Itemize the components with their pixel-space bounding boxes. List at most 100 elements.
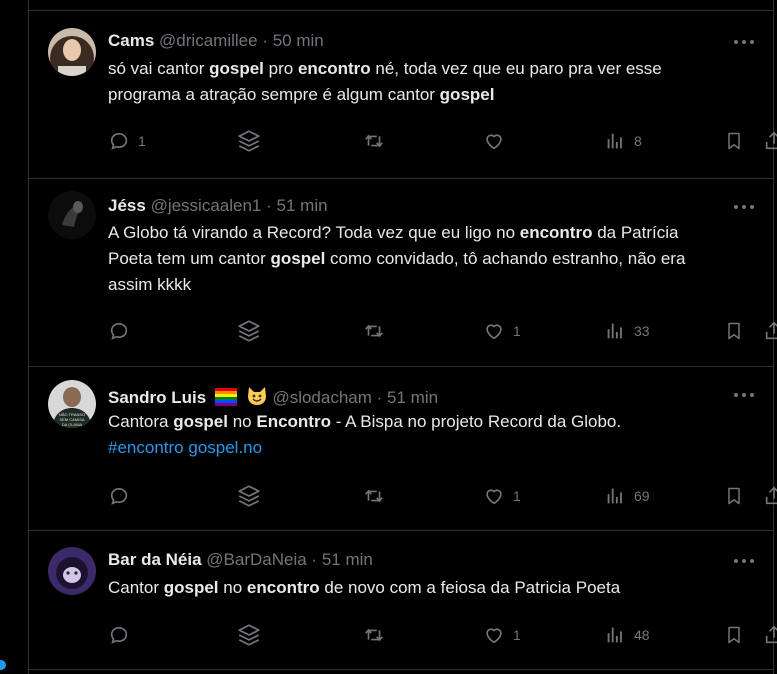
- tweet-actions: 1 69: [108, 484, 777, 508]
- reply-icon: [110, 323, 128, 340]
- separator-dot: ·: [311, 550, 318, 569]
- handle[interactable]: @slodacham: [272, 388, 371, 407]
- reply-button[interactable]: [108, 484, 138, 508]
- reply-icon: [110, 133, 128, 150]
- reply-button[interactable]: 1: [108, 129, 146, 153]
- retweet-button[interactable]: [362, 319, 386, 343]
- views-count: 69: [634, 488, 650, 504]
- text-segment: programa a atração sempre é algum cantor: [108, 85, 440, 104]
- text-segment: pro: [263, 59, 298, 78]
- timestamp[interactable]: 51 min: [387, 388, 438, 407]
- tweet-text-line: assim kkkk: [108, 272, 728, 298]
- url-link[interactable]: gospel.no: [188, 438, 262, 457]
- text-segment: no: [228, 412, 257, 431]
- timestamp[interactable]: 51 min: [277, 196, 328, 215]
- display-name[interactable]: Sandro Luis: [108, 388, 206, 407]
- share-button[interactable]: [763, 129, 777, 153]
- timestamp[interactable]: 51 min: [322, 550, 373, 569]
- hashtag-link[interactable]: #encontro: [108, 438, 184, 457]
- share-button[interactable]: [763, 623, 777, 647]
- views-button[interactable]: 8: [604, 129, 642, 153]
- like-icon: [486, 134, 502, 150]
- more-icon[interactable]: [733, 34, 755, 44]
- tweet-text: A Globo tá virando a Record? Toda vez qu…: [108, 220, 728, 298]
- handle[interactable]: @dricamillee: [159, 31, 258, 50]
- views-count: 33: [634, 323, 650, 339]
- tweet-text: Cantora gospel no Encontro - A Bispa no …: [108, 409, 728, 461]
- avatar[interactable]: [48, 28, 96, 76]
- like-button[interactable]: 1: [483, 623, 521, 647]
- share-button[interactable]: [763, 484, 777, 508]
- retweet-icon: [365, 324, 383, 338]
- more-icon[interactable]: [733, 553, 755, 563]
- retweet-button[interactable]: [362, 129, 386, 153]
- bookmark-icon: [728, 322, 740, 340]
- like-count: 1: [513, 323, 521, 339]
- separator-dot: ·: [376, 388, 383, 407]
- reply-count: 1: [138, 133, 146, 149]
- display-name[interactable]: Cams: [108, 31, 154, 50]
- tweet-text-line: #encontro gospel.no: [108, 435, 728, 461]
- retweet-icon: [365, 489, 383, 503]
- text-segment: de novo com a feiosa da Patricia Poeta: [319, 578, 621, 597]
- grok-button[interactable]: [236, 319, 262, 343]
- grok-button[interactable]: [236, 484, 262, 508]
- text-segment: como convidado, tô achando estranho, não…: [325, 249, 686, 268]
- tweet-header: Sandro Luis @slodacham · 51 min: [108, 384, 438, 412]
- like-button[interactable]: [483, 129, 513, 153]
- tweet-actions: 1 48: [108, 623, 777, 647]
- tweet-header: Cams @dricamillee · 50 min: [108, 30, 324, 52]
- views-button[interactable]: 33: [604, 319, 650, 343]
- separator-dot: ·: [266, 196, 272, 215]
- highlighted-keyword: gospel: [163, 578, 219, 597]
- timeline: Cams @dricamillee · 50 min só vai cantor…: [28, 0, 777, 674]
- retweet-icon: [365, 134, 383, 148]
- reply-button[interactable]: [108, 623, 138, 647]
- retweet-button[interactable]: [362, 623, 386, 647]
- share-icon: [765, 131, 777, 150]
- tweet[interactable]: Bar da Néia @BarDaNeia · 51 min Cantor g…: [29, 530, 777, 670]
- display-name[interactable]: Jéss: [108, 196, 146, 215]
- text-segment: no: [218, 578, 247, 597]
- reply-button[interactable]: [108, 319, 138, 343]
- more-icon[interactable]: [733, 387, 755, 397]
- avatar[interactable]: NÃO TRANSO SEM CAMISA DA GLAMA: [48, 380, 96, 428]
- text-segment: A Globo tá virando a Record? Toda vez qu…: [108, 223, 520, 242]
- bookmark-button[interactable]: [724, 319, 744, 343]
- display-name[interactable]: Bar da Néia: [108, 550, 202, 569]
- views-button[interactable]: 69: [604, 484, 650, 508]
- like-icon: [486, 628, 502, 644]
- handle[interactable]: @jessicaalen1: [151, 196, 262, 215]
- avatar[interactable]: [48, 547, 96, 595]
- text-segment: - A Bispa no projeto Record da Globo.: [330, 412, 622, 431]
- like-button[interactable]: 1: [483, 484, 521, 508]
- text-segment: Cantora: [108, 412, 174, 431]
- bookmark-button[interactable]: [724, 129, 744, 153]
- highlighted-keyword: encontro: [297, 59, 371, 78]
- reply-icon: [110, 627, 128, 644]
- text-segment: né, toda vez que eu paro pra ver esse: [370, 59, 662, 78]
- grok-icon: [238, 485, 260, 507]
- tweet[interactable]: NÃO TRANSO SEM CAMISA DA GLAMA Sandro Lu…: [29, 366, 777, 531]
- share-icon: [765, 625, 777, 644]
- views-button[interactable]: 48: [604, 623, 650, 647]
- tweet-text-line: Cantor gospel no encontro de novo com a …: [108, 575, 728, 601]
- like-count: 1: [513, 627, 521, 643]
- timestamp[interactable]: 50 min: [273, 31, 324, 50]
- tweet[interactable]: Jéss @jessicaalen1 · 51 min A Globo tá v…: [29, 178, 777, 367]
- reply-icon: [110, 488, 128, 505]
- views-icon: [607, 133, 622, 149]
- grok-button[interactable]: [236, 623, 262, 647]
- share-button[interactable]: [763, 319, 777, 343]
- more-icon[interactable]: [733, 199, 755, 209]
- retweet-button[interactable]: [362, 484, 386, 508]
- like-button[interactable]: 1: [483, 319, 521, 343]
- tweet-text-line: Poeta tem um cantor gospel como convidad…: [108, 246, 728, 272]
- avatar[interactable]: [48, 191, 96, 239]
- bookmark-button[interactable]: [724, 484, 744, 508]
- handle[interactable]: @BarDaNeia: [206, 550, 306, 569]
- tweet[interactable]: Cams @dricamillee · 50 min só vai cantor…: [29, 11, 777, 179]
- bookmark-button[interactable]: [724, 623, 744, 647]
- bookmark-icon: [728, 626, 740, 644]
- grok-button[interactable]: [236, 129, 262, 153]
